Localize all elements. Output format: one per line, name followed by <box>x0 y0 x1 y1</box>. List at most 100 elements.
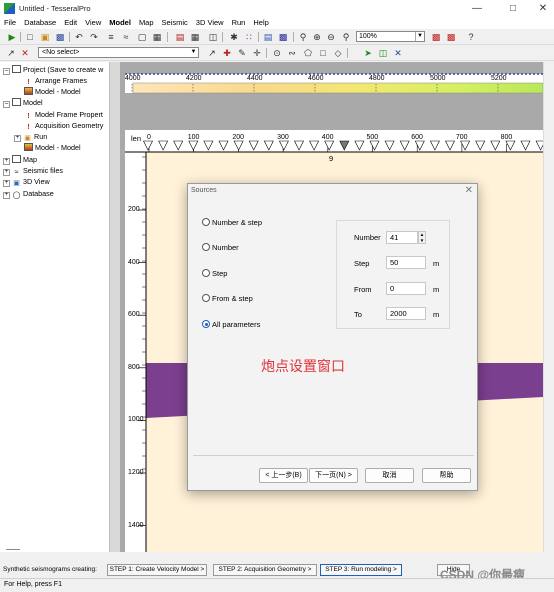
vertical-scrollbar[interactable] <box>543 62 554 552</box>
spin-up-icon[interactable]: ▲ <box>419 232 425 238</box>
select-tool-icon[interactable]: ↗ <box>206 47 218 59</box>
menu-3d-view[interactable]: 3D View <box>192 17 228 29</box>
zoom-select[interactable]: 100% ▼ <box>356 31 425 42</box>
step-field[interactable]: 50 <box>386 256 426 269</box>
step1-button[interactable]: STEP 1: Create Velocity Model > <box>107 564 207 576</box>
tree-item-model-frame-properties[interactable]: ! Model Frame Propert <box>24 110 103 121</box>
menu-run[interactable]: Run <box>228 17 250 29</box>
layer-icon[interactable]: ▦ <box>151 31 163 43</box>
close-icon[interactable]: ✕ <box>528 2 554 15</box>
panel-splitter[interactable] <box>110 62 120 552</box>
tree-item-seismic-files[interactable]: + ≈ Seismic files <box>3 166 63 177</box>
step3-button[interactable]: STEP 3: Run modeling > <box>320 564 402 576</box>
add-point-icon[interactable]: ✚ <box>221 47 233 59</box>
chart-icon[interactable]: ▤ <box>262 31 274 43</box>
menu-map[interactable]: Map <box>135 17 158 29</box>
lock-icon[interactable]: □ <box>317 47 329 59</box>
collapse-icon[interactable]: – <box>3 68 10 75</box>
option-step[interactable]: Step <box>202 269 227 278</box>
expand-icon[interactable]: + <box>3 180 10 187</box>
undo-icon[interactable]: ↶ <box>73 31 85 43</box>
zoom-in-icon[interactable]: ⊕ <box>311 31 323 43</box>
back-button[interactable]: < 上一步(B) <box>259 468 308 483</box>
expand-icon[interactable]: + <box>3 169 10 176</box>
source-icon[interactable]: ◫ <box>377 47 389 59</box>
tree-item-run[interactable]: + ▣ Run <box>14 132 47 143</box>
receiver-icon[interactable]: ✕ <box>392 47 404 59</box>
palette-icon[interactable]: ▩ <box>430 31 442 43</box>
color-icon[interactable]: ▩ <box>445 31 457 43</box>
option-from-step[interactable]: From & step <box>202 294 253 303</box>
step-forward-icon[interactable]: ➤ <box>362 47 374 59</box>
menu-edit[interactable]: Edit <box>60 17 81 29</box>
redo-icon[interactable]: ↷ <box>88 31 100 43</box>
tree-item-model[interactable]: – Model <box>3 98 43 108</box>
option-all-parameters[interactable]: All parameters <box>202 320 260 329</box>
save-icon[interactable]: ▩ <box>54 31 66 43</box>
points-icon[interactable]: ∷ <box>243 31 255 43</box>
from-field[interactable]: 0 <box>386 282 426 295</box>
tree-item-arrange-frames[interactable]: ! Arrange Frames <box>24 76 87 87</box>
expand-icon[interactable]: + <box>3 158 10 165</box>
zoom-out-icon[interactable]: ⊖ <box>325 31 337 43</box>
number-field[interactable]: 41 <box>386 231 418 244</box>
move-point-icon[interactable]: ✛ <box>251 47 263 59</box>
exclamation-icon: ! <box>27 113 30 120</box>
dialog-close-icon[interactable]: ✕ <box>465 185 473 196</box>
menu-help[interactable]: Help <box>249 17 272 29</box>
option-number-step[interactable]: Number & step <box>202 218 262 227</box>
frame-icon[interactable]: ▢ <box>136 31 148 43</box>
option-number[interactable]: Number <box>202 243 239 252</box>
grid-icon[interactable]: ▤ <box>174 31 186 43</box>
pointer-icon[interactable]: ↗ <box>5 47 17 59</box>
spin-down-icon[interactable]: ▼ <box>419 238 425 244</box>
cancel-button[interactable]: 取消 <box>365 468 414 483</box>
align-icon[interactable]: ≡ <box>105 31 117 43</box>
velocity-color-bar <box>132 82 544 94</box>
table-icon[interactable]: ▦ <box>189 31 201 43</box>
expand-icon[interactable]: + <box>14 135 21 142</box>
to-field[interactable]: 2000 <box>386 307 426 320</box>
open-folder-icon[interactable]: ▣ <box>39 31 51 43</box>
shape-icon[interactable]: ◇ <box>332 47 344 59</box>
menu-view[interactable]: View <box>81 17 105 29</box>
insert-icon[interactable]: ◫ <box>207 31 219 43</box>
tree-item-model-view[interactable]: Model - Model <box>24 87 81 97</box>
minimize-icon[interactable]: — <box>462 2 492 15</box>
boundary-icon[interactable]: ∾ <box>286 47 298 59</box>
polygon-icon[interactable]: ⬠ <box>302 47 314 59</box>
zoom-fit-icon[interactable]: ⚲ <box>340 31 352 43</box>
menu-file[interactable]: File <box>0 17 20 29</box>
maximize-icon[interactable]: □ <box>498 2 528 15</box>
tree-item-acquisition-geometry[interactable]: ! Acquisition Geometry <box>24 121 103 132</box>
image-icon[interactable]: ▩ <box>277 31 289 43</box>
tree-item-model-view-2[interactable]: Model - Model <box>24 143 81 153</box>
menu-model[interactable]: Model <box>105 17 135 29</box>
expand-icon[interactable]: + <box>3 192 10 199</box>
menu-seismic[interactable]: Seismic <box>158 17 192 29</box>
tree-item-3d-view[interactable]: + ▣ 3D View <box>3 177 50 188</box>
delete-icon[interactable]: ✕ <box>19 47 31 59</box>
tree-item-project[interactable]: – Project (Save to create w <box>3 65 103 75</box>
collapse-icon[interactable]: – <box>3 101 10 108</box>
help-button[interactable]: 帮助 <box>422 468 471 483</box>
number-stepper[interactable]: ▲ ▼ <box>418 231 426 244</box>
curve-icon[interactable]: ≈ <box>120 31 132 43</box>
edit-point-icon[interactable]: ✎ <box>236 47 248 59</box>
next-button[interactable]: 下一页(N) > <box>309 468 358 483</box>
node-icon[interactable]: ⊙ <box>271 47 283 59</box>
run-icon[interactable]: ▶ <box>6 31 18 43</box>
object-select[interactable]: <No select> ▼ <box>38 47 199 58</box>
tree-label: Model <box>23 98 43 107</box>
tree-item-map[interactable]: + Map <box>3 155 37 165</box>
zoom-icon[interactable]: ⚲ <box>297 31 309 43</box>
tree-item-database[interactable]: + ◯ Database <box>3 189 54 200</box>
menu-database[interactable]: Database <box>20 17 60 29</box>
zoom-value: 100% <box>359 33 377 40</box>
help-pointer-icon[interactable]: ? <box>465 31 477 43</box>
new-file-icon[interactable]: □ <box>24 31 36 43</box>
horizontal-scrollbar[interactable] <box>120 552 554 562</box>
stats-icon[interactable]: ✱ <box>228 31 240 43</box>
step2-button[interactable]: STEP 2: Acquisition Geometry > <box>213 564 317 576</box>
option-label: Step <box>212 269 228 278</box>
